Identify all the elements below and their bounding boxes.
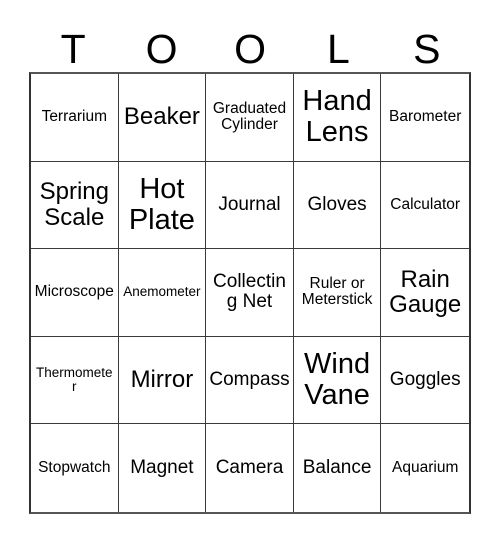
bingo-cell-label: Hot Plate	[128, 172, 195, 236]
header-letter-1: T	[60, 26, 86, 72]
bingo-header: T O O L S	[29, 18, 471, 72]
bingo-cell[interactable]: Compass	[206, 336, 294, 425]
bingo-cell-label: Thermometer	[36, 364, 113, 395]
bingo-cell[interactable]: Camera	[206, 424, 294, 512]
bingo-grid: Terrarium Beaker Graduated Cylinder Hand Le…	[29, 72, 471, 514]
bingo-cell-label: Wind Vane	[304, 347, 371, 412]
bingo-cell[interactable]: Ruler or Meterstick	[293, 249, 382, 337]
bingo-cell[interactable]: Calculator	[381, 161, 469, 250]
header-letter-4: L	[327, 26, 350, 72]
bingo-cell[interactable]: Terrarium	[31, 74, 119, 162]
bingo-cell[interactable]: Balance	[293, 424, 382, 512]
header-letter-3: O	[234, 26, 266, 72]
bingo-cell[interactable]: Rain Gauge	[381, 249, 469, 337]
bingo-cell-label: Goggles	[389, 368, 461, 390]
bingo-cell-label: Terrarium	[41, 107, 108, 125]
bingo-cell[interactable]: Barometer	[381, 74, 469, 162]
bingo-cell[interactable]: Anemometer	[118, 249, 207, 337]
bingo-cell[interactable]: Hot Plate	[118, 161, 207, 250]
bingo-cell-label: Ruler or Meterstick	[301, 274, 373, 309]
bingo-cell-label: Collecting Net	[213, 270, 286, 313]
header-letter-2: O	[145, 26, 178, 72]
bingo-cell-label: Gloves	[307, 193, 367, 215]
bingo-cell[interactable]: Graduated Cylinder	[206, 74, 294, 162]
bingo-cell[interactable]: Goggles	[381, 336, 469, 425]
bingo-cell-label: Microscope	[34, 283, 114, 301]
header-letter-5: S	[413, 26, 441, 72]
bingo-cell[interactable]: Hand Lens	[293, 74, 382, 162]
bingo-cell[interactable]: Journal	[206, 161, 294, 250]
bingo-cell-label: Mirror	[130, 366, 194, 394]
bingo-cell-label: Anemometer	[123, 284, 201, 300]
bingo-cell[interactable]: Stopwatch	[31, 424, 119, 512]
bingo-cell-label: Hand Lens	[302, 84, 372, 149]
bingo-cell-label: Calculator	[390, 195, 461, 213]
bingo-cell-label: Spring Scale	[39, 177, 109, 231]
bingo-cell[interactable]: Collecting Net	[206, 249, 294, 337]
bingo-cell-label: Camera	[215, 456, 284, 478]
bingo-cell[interactable]: Thermometer	[31, 336, 119, 425]
bingo-cell[interactable]: Microscope	[31, 249, 119, 337]
bingo-cell-label: Balance	[302, 456, 372, 478]
bingo-cell[interactable]: Beaker	[118, 74, 207, 162]
bingo-cell[interactable]: Wind Vane	[293, 336, 382, 425]
bingo-cell-label: Journal	[218, 193, 281, 215]
bingo-cell-label: Rain Gauge	[389, 265, 462, 319]
bingo-cell-label: Beaker	[123, 103, 200, 131]
bingo-cell-label: Barometer	[389, 107, 462, 125]
bingo-cell[interactable]: Spring Scale	[31, 161, 119, 250]
bingo-cell[interactable]: Mirror	[118, 336, 207, 425]
bingo-cell-label: Magnet	[130, 456, 194, 478]
bingo-cell-label: Stopwatch	[38, 458, 111, 476]
bingo-cell[interactable]: Magnet	[118, 424, 207, 512]
bingo-card: T O O L S Terrarium Beaker Graduated Cylin…	[0, 0, 500, 544]
bingo-cell[interactable]: Gloves	[293, 161, 382, 250]
bingo-cell[interactable]: Aquarium	[381, 424, 469, 512]
bingo-cell-label: Aquarium	[392, 458, 459, 476]
bingo-cell-label: Compass	[209, 368, 290, 390]
bingo-cell-label: Graduated Cylinder	[212, 99, 287, 134]
